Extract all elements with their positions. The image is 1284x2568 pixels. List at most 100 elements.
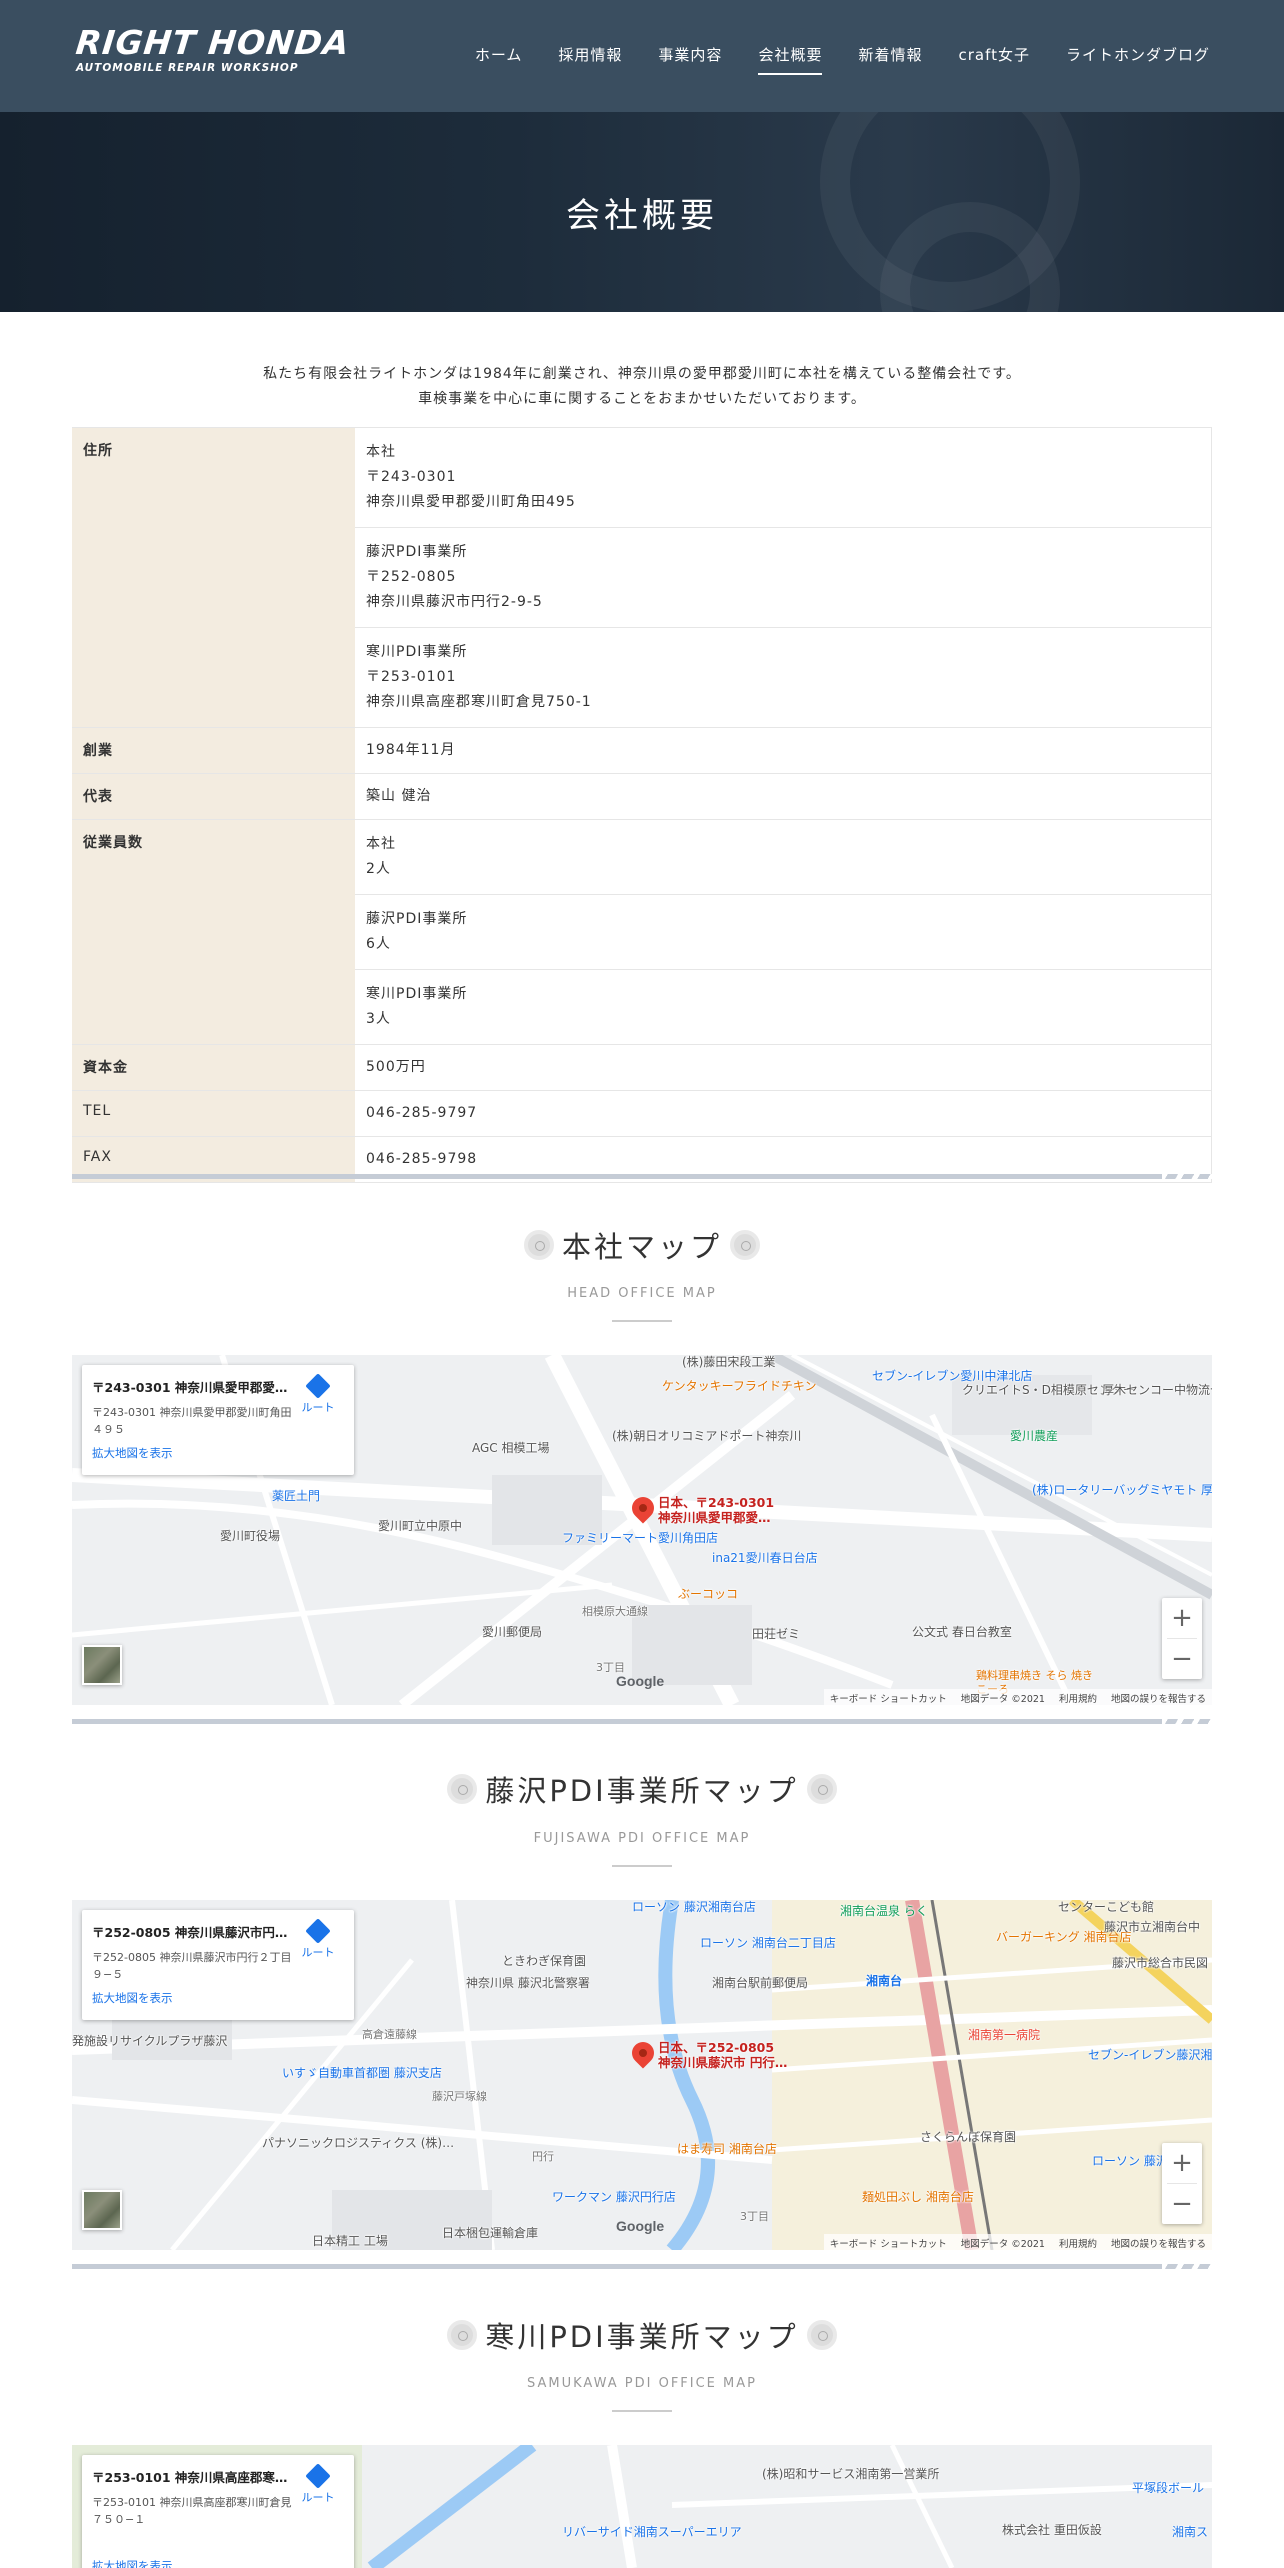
map-poi[interactable]: 湘南ス [1172,2525,1208,2539]
map-poi[interactable]: 湘南台駅前郵便局 [712,1976,808,1990]
terms-link[interactable]: 利用規約 [1059,2236,1097,2250]
map-poi[interactable]: ときわぎ保育園 [502,1954,586,1968]
map-poi[interactable]: 田荘ゼミ [752,1627,800,1641]
map-poi[interactable]: 神奈川県 藤沢北警察署 [466,1976,590,1990]
representative-value: 築山 健治 [355,773,1212,820]
map-poi[interactable]: 麺処田ぶし 湘南台店 [862,2190,974,2204]
terms-link[interactable]: 利用規約 [1059,1691,1097,1705]
map-poi[interactable]: 日本精工 工場 [312,2234,388,2248]
directions-icon [305,2463,331,2489]
representative-label: 代表 [72,773,355,820]
route-button[interactable]: ルート [300,1918,336,1960]
map-poi[interactable]: 愛川町立中原中 [378,1519,462,1533]
map-info-card: 〒252-0805 神奈川県藤沢市円… 〒252-0805 神奈川県藤沢市円行２… [82,1910,354,2020]
gear-icon [447,2320,478,2350]
map-poi[interactable]: 公文式 春日台教室 [912,1625,1012,1639]
map-poi[interactable]: 発施設リサイクルプラザ藤沢 [72,2034,227,2048]
tel-label: TEL [72,1090,355,1137]
route-button[interactable]: ルート [300,1373,336,1415]
map-poi[interactable]: はま寿司 湘南台店 [677,2142,777,2156]
pin-label-line: 神奈川県藤沢市 円行… [658,2055,788,2070]
section-title: 本社マップ [0,1224,1284,1266]
page-title: 会社概要 [566,196,718,236]
pin-label-line: 神奈川県愛甲郡愛… [658,1510,771,1525]
zoom-in-button[interactable]: + [1162,1598,1202,1638]
map-poi[interactable]: 株式会社 重田仮設 [1002,2523,1102,2537]
map-poi[interactable]: ファミリーマート愛川角田店 [562,1531,718,1545]
site-logo[interactable]: RIGHT HONDA AUTOMOBILE REPAIR WORKSHOP [74,23,352,74]
intro-text: 私たち有限会社ライトホンダは1984年に創業され、神奈川県の愛甲郡愛川町に本社を… [0,362,1284,412]
map-poi[interactable]: セブン-イレブン愛川中津北店 [872,1369,1032,1383]
map-poi[interactable]: 日本梱包運輸倉庫 [442,2226,538,2240]
map-poi[interactable]: 湘南第一病院 [968,2028,1040,2042]
map-poi[interactable]: リバーサイド湘南スーパーエリア [562,2525,742,2539]
founded-value: 1984年11月 [355,727,1212,774]
map-poi[interactable]: (株)ロータリーバッグミヤモト 厚木… [1032,1483,1212,1497]
map-poi[interactable]: ぶーコッコ [678,1587,738,1601]
map-poi[interactable]: ローソン 藤沢湘南台店 [632,1900,756,1914]
head-office-map[interactable]: 日本、〒243-0301 神奈川県愛甲郡愛… (株)藤田宋段工業 (株)朝日オリ… [72,1355,1212,1705]
zoom-control: + − [1162,2143,1202,2224]
map-poi[interactable]: ワークマン 藤沢円行店 [552,2190,676,2204]
zoom-out-button[interactable]: − [1162,2184,1202,2224]
map-poi[interactable]: いすゞ自動車首都圏 藤沢支店 [282,2066,442,2080]
map-poi[interactable]: 藤沢市立湘南台中 [1104,1920,1200,1934]
nav-recruit[interactable]: 採用情報 [558,44,622,73]
nav-news[interactable]: 新着情報 [858,44,922,73]
map-poi[interactable]: ケンタッキーフライドチキン [662,1379,817,1393]
staff-count: 3人 [366,1011,391,1027]
map-footer: キーボード ショートカット 地図データ ©2021 利用規約 地図の誤りを報告す… [823,1689,1212,1705]
satellite-toggle[interactable] [82,2190,122,2230]
map-poi[interactable]: 湘南台 [866,1974,902,1988]
nav-business[interactable]: 事業内容 [658,44,722,73]
nav-craft-joshi[interactable]: craft女子 [958,44,1030,73]
map-poi[interactable]: 薬匠土門 [272,1489,320,1503]
map-poi[interactable]: (株)昭和サービス湘南第一営業所 [762,2467,939,2481]
keyboard-shortcuts-link[interactable]: キーボード ショートカット [830,2236,947,2250]
address-cell: 本社 〒243-0301 神奈川県愛甲郡愛川町角田495 [355,427,1212,528]
fujisawa-office-map[interactable]: 日本、〒252-0805 神奈川県藤沢市 円行… ローソン 藤沢湘南台店 湘南台… [72,1900,1212,2250]
keyboard-shortcuts-link[interactable]: キーボード ショートカット [830,1691,947,1705]
office-name: 本社 [366,836,396,852]
map-poi[interactable]: 藤沢市総合市民図 [1112,1956,1208,1970]
route-button[interactable]: ルート [300,2463,336,2505]
map-poi[interactable]: パナソニックロジスティクス (株)… [262,2136,454,2150]
map-poi[interactable]: 愛川町役場 [220,1529,280,1543]
section-title-text: 寒川PDI事業所マップ [485,2320,799,2354]
pin-label-line: 日本、〒243-0301 [658,1495,775,1510]
map-poi: 相模原大通線 [582,1605,648,1618]
section-subtitle: SAMUKAWA PDI OFFICE MAP [527,2376,757,2391]
map-info-card: 〒243-0301 神奈川県愛甲郡愛… 〒243-0301 神奈川県愛甲郡愛川町… [82,1365,354,1475]
map-poi[interactable]: さくらんぼ保育園 [920,2130,1016,2144]
map-poi[interactable]: センターこども館 [1058,1900,1154,1914]
map-poi[interactable]: 厚木センコー中物流センター [1102,1383,1212,1397]
section-underline [612,1865,672,1867]
table-row: TEL 046-285-9797 [72,1090,1212,1137]
map-poi[interactable]: 愛川農産 [1010,1429,1058,1443]
google-logo-text: Google [616,2218,665,2234]
map-poi[interactable]: 愛川郵便局 [482,1625,542,1639]
section-title: 藤沢PDI事業所マップ [0,1768,1284,1810]
view-larger-map-link[interactable]: 拡大地図を表示 [92,1445,173,1461]
map-poi[interactable]: AGC 相模工場 [472,1441,550,1455]
view-larger-map-link[interactable]: 拡大地図を表示 [92,2558,173,2568]
map-poi[interactable]: セブン-イレブン藤沢湘南台7丁目店 [1088,2048,1212,2062]
view-larger-map-link[interactable]: 拡大地図を表示 [92,1990,173,2006]
report-error-link[interactable]: 地図の誤りを報告する [1111,2236,1206,2250]
samukawa-office-map[interactable]: (株)昭和サービス湘南第一営業所 平塚段ボール リバーサイド湘南スーパーエリア … [72,2445,1212,2568]
map-poi[interactable]: 平塚段ボール [1132,2481,1204,2495]
office-name: 藤沢PDI事業所 [366,911,468,927]
map-poi[interactable]: 湘南台温泉 らく [840,1904,928,1918]
satellite-toggle[interactable] [82,1645,122,1685]
map-poi[interactable]: (株)藤田宋段工業 [682,1355,775,1369]
nav-company[interactable]: 会社概要 [758,44,823,75]
nav-home[interactable]: ホーム [475,44,523,73]
report-error-link[interactable]: 地図の誤りを報告する [1111,1691,1206,1705]
gear-icon [806,1774,837,1804]
zoom-in-button[interactable]: + [1162,2143,1202,2183]
map-poi[interactable]: (株)朝日オリコミアドポート神奈川 [612,1429,801,1443]
zoom-out-button[interactable]: − [1162,1639,1202,1679]
map-poi[interactable]: ローソン 湘南台二丁目店 [700,1936,836,1950]
map-poi[interactable]: ina21愛川春日台店 [712,1551,818,1565]
nav-blog[interactable]: ライトホンダブログ [1066,44,1210,73]
